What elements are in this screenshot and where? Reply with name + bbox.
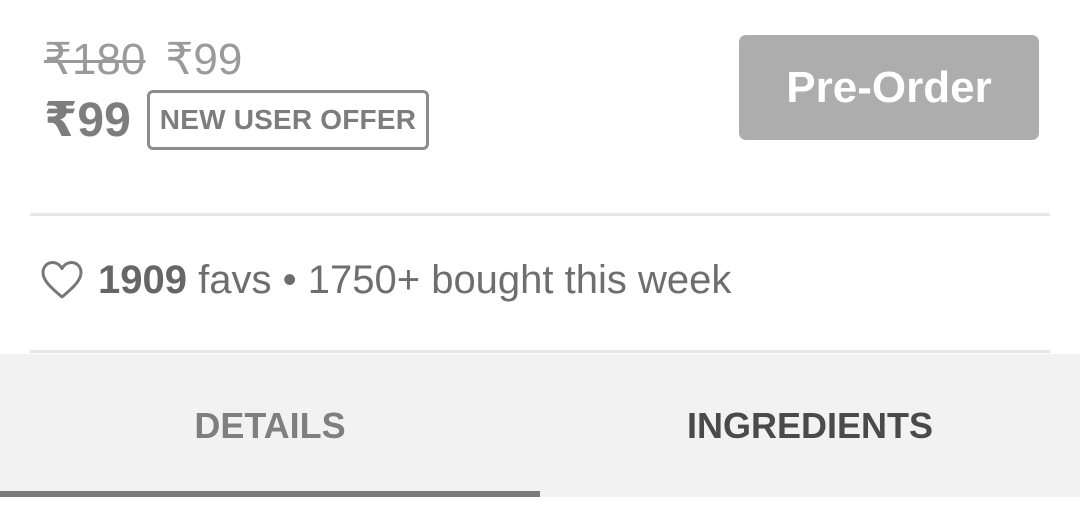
tab-details[interactable]: DETAILS <box>0 354 540 497</box>
price-row-original: ₹180 ₹99 <box>44 34 429 88</box>
new-user-offer-badge: NEW USER OFFER <box>146 90 430 150</box>
favs-label: favs <box>198 257 272 302</box>
product-tabs: DETAILS INGREDIENTS <box>0 354 1080 497</box>
final-price: ₹99 <box>44 94 131 147</box>
bought-this-week: 1750+ bought this week <box>307 257 732 302</box>
stats-separator: • <box>282 257 297 302</box>
stats-text: 1909 favs • 1750+ bought this week <box>98 258 731 303</box>
heart-outline-icon[interactable] <box>40 260 84 300</box>
price-row-final: ₹99 NEW USER OFFER <box>44 90 430 150</box>
bottom-strip <box>0 497 1080 509</box>
popularity-stats: 1909 favs • 1750+ bought this week <box>40 254 731 306</box>
product-price-panel: ₹180 ₹99 ₹99 NEW USER OFFER Pre-Order 19… <box>0 0 1080 509</box>
mrp-price: ₹180 <box>44 35 146 84</box>
listed-price: ₹99 <box>165 35 243 84</box>
tab-ingredients-label: INGREDIENTS <box>686 404 934 446</box>
price-block: ₹180 ₹99 ₹99 NEW USER OFFER <box>44 34 430 150</box>
pre-order-button[interactable]: Pre-Order <box>739 35 1039 140</box>
tab-ingredients[interactable]: INGREDIENTS <box>540 354 1080 497</box>
divider <box>30 213 1050 216</box>
tab-details-label: DETAILS <box>194 404 346 446</box>
divider <box>30 350 1050 353</box>
favs-count: 1909 <box>98 257 187 302</box>
